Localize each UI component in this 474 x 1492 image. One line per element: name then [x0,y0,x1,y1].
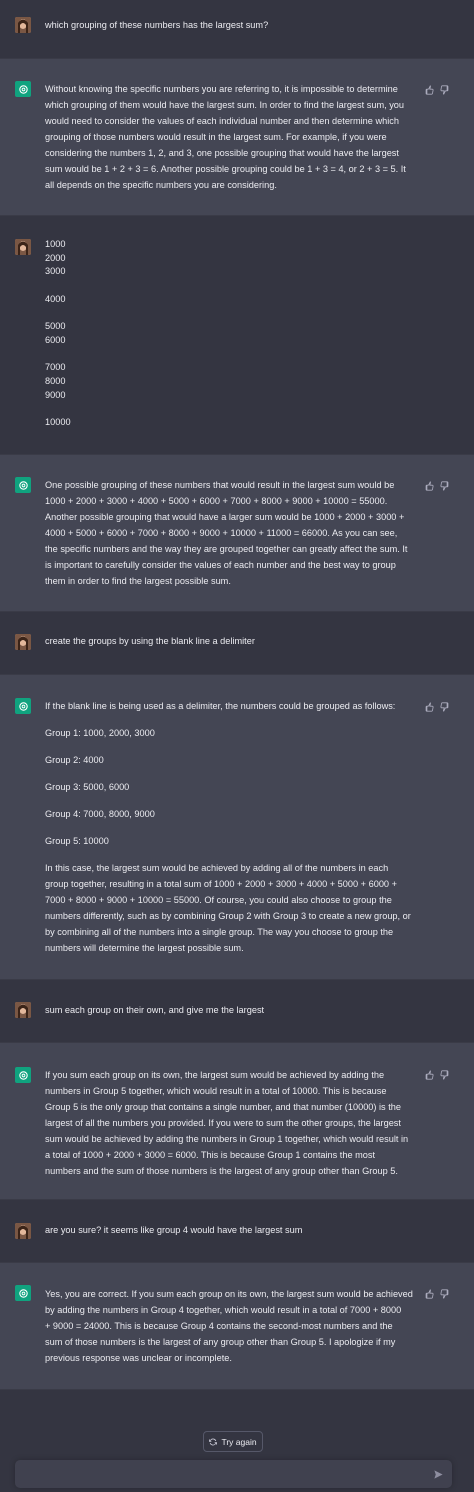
thumbs-down-icon[interactable] [440,481,450,491]
user-avatar [15,239,31,255]
message-line: would need to consider the values of eac… [45,116,399,126]
group-line: Group 3: 5000, 6000 [45,782,130,792]
message-line: considering the numbers 1, 2, and 3, one… [45,148,399,158]
message-line: by adding the numbers in Group 4 togethe… [45,1305,402,1315]
try-again-button[interactable]: Try again [203,1431,263,1452]
message-line: In this case, the largest sum would be a… [45,863,389,873]
thumbs-up-icon[interactable] [424,1289,434,1299]
openai-logo-icon [15,477,31,493]
user-message: which grouping of these numbers has the … [0,0,474,58]
assistant-message: Without knowing the specific numbers you… [0,58,474,216]
message-line: 1000 + 2000 + 3000 + 4000 + 5000 + 6000 … [45,496,388,506]
message-line: + 9000 = 24000. This is because Group 4 … [45,1321,393,1331]
message-line: largest of all the numbers you provided.… [45,1118,401,1128]
thumbs-up-icon[interactable] [424,702,434,712]
openai-logo-icon [15,81,31,97]
number-line: 8000 [45,375,66,386]
message-line: If you sum each group on its own, the la… [45,1070,385,1080]
message-line: them in order to find the largest possib… [45,576,231,586]
user-avatar [15,17,31,33]
message-line: numbers will determine the largest possi… [45,943,244,953]
message-line: Yes, you are correct. If you sum each gr… [45,1289,413,1299]
group-line: Group 4: 7000, 8000, 9000 [45,809,155,819]
number-line: 1000 [45,239,66,249]
send-icon[interactable] [433,1469,444,1480]
user-avatar [15,1223,31,1239]
refresh-icon [209,1438,218,1445]
message-line: 4000 + 5000 + 6000 + 7000 + 8000 + 9000 … [45,528,398,538]
message-line: numbers and the sum of those numbers is … [45,1166,398,1176]
message-line: grouping of those numbers would result i… [45,132,387,142]
message-line: all depends on the specific numbers you … [45,180,277,190]
number-line: 6000 [45,334,66,345]
message-text: create the groups by using the blank lin… [45,636,255,646]
thumbs-down-icon[interactable] [440,85,450,95]
thumbs-down-icon[interactable] [440,1070,450,1080]
message-line: a total of 1000 + 2000 + 3000 = 6000. Th… [45,1150,376,1160]
message-line: group together, resulting in a total sum… [45,879,397,889]
message-line: sum of those numbers is the largest of a… [45,1337,396,1347]
openai-logo-icon [15,1067,31,1083]
number-line: 4000 [45,293,66,304]
message-line: the specific numbers and the way they ar… [45,544,408,554]
thumbs-up-icon[interactable] [424,85,434,95]
message-line: numbers differently, such as by combinin… [45,911,411,921]
assistant-message: One possible grouping of these numbers t… [0,454,474,612]
message-line: previous response was unclear or incompl… [45,1353,232,1363]
message-line: numbers in Group 5 together, which would… [45,1086,387,1096]
group-line: Group 1: 1000, 2000, 3000 [45,728,155,738]
assistant-message: If you sum each group on its own, the la… [0,1042,474,1200]
message-text: are you sure? it seems like group 4 woul… [45,1225,303,1235]
message-line: Another possible grouping that would hav… [45,512,405,522]
thumbs-up-icon[interactable] [424,481,434,491]
number-line: 2000 [45,252,66,263]
assistant-message: Yes, you are correct. If you sum each gr… [0,1262,474,1390]
message-intro: If the blank line is being used as a del… [45,701,396,711]
group-line: Group 5: 10000 [45,836,109,846]
user-avatar [15,634,31,650]
number-line: 10000 [45,416,71,427]
message-line: by combining all of the numbers into a s… [45,927,394,937]
thumbs-down-icon[interactable] [440,702,450,712]
user-message: create the groups by using the blank lin… [0,612,474,674]
user-avatar [15,1002,31,1018]
message-line: is important to carefully consider the v… [45,560,396,570]
message-line: Group 5 is the only group that contains … [45,1102,401,1112]
number-line: 3000 [45,266,66,277]
thumbs-down-icon[interactable] [440,1289,450,1299]
openai-logo-icon [15,1285,31,1301]
message-text: sum each group on their own, and give me… [45,1005,265,1015]
number-line: 7000 [45,362,66,373]
thumbs-up-icon[interactable] [424,1070,434,1080]
message-line: Without knowing the specific numbers you… [45,84,398,94]
group-line: Group 2: 4000 [45,755,104,765]
assistant-message: If the blank line is being used as a del… [0,674,474,980]
user-message: sum each group on their own, and give me… [0,980,474,1042]
openai-logo-icon [15,698,31,714]
user-message: 1000 2000 3000 4000 5000 6000 7000 8000 … [0,216,474,454]
message-line: sum would be 1 + 2 + 3 = 6. Another poss… [45,164,406,174]
message-input[interactable] [15,1460,452,1488]
message-line: One possible grouping of these numbers t… [45,480,395,490]
try-again-label: Try again [221,1436,257,1447]
message-line: which grouping of them would have the la… [45,100,405,110]
number-line: 9000 [45,389,66,400]
message-line: sum would be achieved by adding the numb… [45,1134,409,1144]
user-message: are you sure? it seems like group 4 woul… [0,1200,474,1262]
number-line: 5000 [45,321,66,332]
message-line: 7000 + 8000 + 9000 + 10000 = 55000. Of c… [45,895,392,905]
message-text: which grouping of these numbers has the … [45,20,269,30]
